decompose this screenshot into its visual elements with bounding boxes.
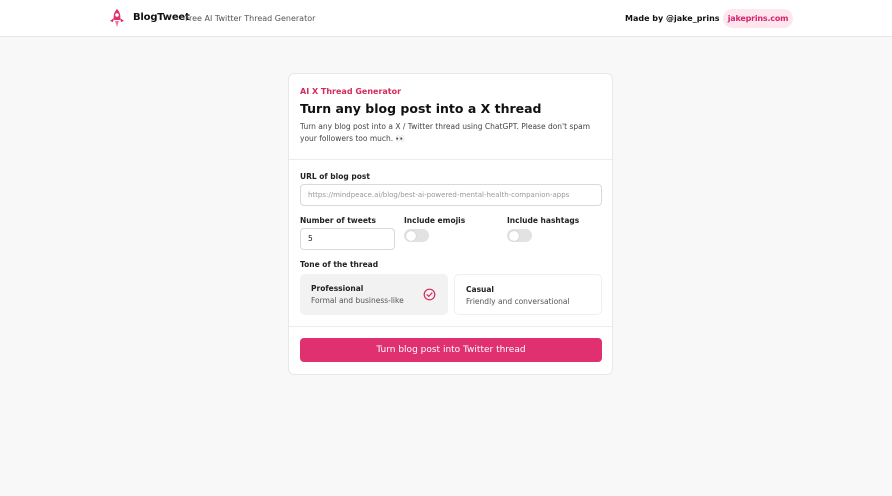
tone-label: Tone of the thread: [300, 260, 379, 269]
jakeprins-link-button[interactable]: jakeprins.com: [723, 9, 793, 28]
tweets-count-input[interactable]: 5: [300, 228, 395, 250]
hashtags-label: Include hashtags: [507, 216, 580, 225]
submit-button[interactable]: Turn blog post into Twitter thread: [300, 338, 602, 362]
top-header: BlogTweet Free AI Twitter Thread Generat…: [0, 0, 892, 37]
rocket-logo-icon[interactable]: [107, 8, 127, 29]
tone-subtitle: Friendly and conversational: [466, 297, 570, 306]
url-input[interactable]: https://mindpeace.ai/blog/best-ai-powere…: [300, 184, 602, 206]
check-circle-icon: [423, 288, 436, 301]
brand-name[interactable]: BlogTweet: [133, 12, 190, 23]
divider: [289, 159, 612, 160]
divider: [289, 326, 612, 327]
generator-card: AI X Thread Generator Turn any blog post…: [288, 73, 613, 375]
tagline: Free AI Twitter Thread Generator: [185, 14, 316, 23]
page-title: Turn any blog post into a X thread: [300, 101, 542, 116]
toggle-knob: [405, 230, 416, 241]
card-eyebrow: AI X Thread Generator: [300, 87, 402, 96]
tone-title: Casual: [466, 285, 495, 294]
emojis-toggle[interactable]: [404, 229, 429, 242]
url-label: URL of blog post: [300, 172, 370, 181]
hashtags-toggle[interactable]: [507, 229, 532, 242]
emojis-label: Include emojis: [404, 216, 466, 225]
tweets-label: Number of tweets: [300, 216, 376, 225]
tone-option-professional[interactable]: Professional Formal and business-like: [300, 274, 448, 315]
tone-subtitle: Formal and business-like: [311, 296, 404, 305]
card-description: Turn any blog post into a X / Twitter th…: [300, 122, 591, 143]
tone-title: Professional: [311, 284, 364, 293]
tone-option-casual[interactable]: Casual Friendly and conversational: [454, 274, 602, 315]
toggle-knob: [508, 230, 519, 241]
made-by-link[interactable]: Made by @jake_prins: [625, 14, 720, 23]
